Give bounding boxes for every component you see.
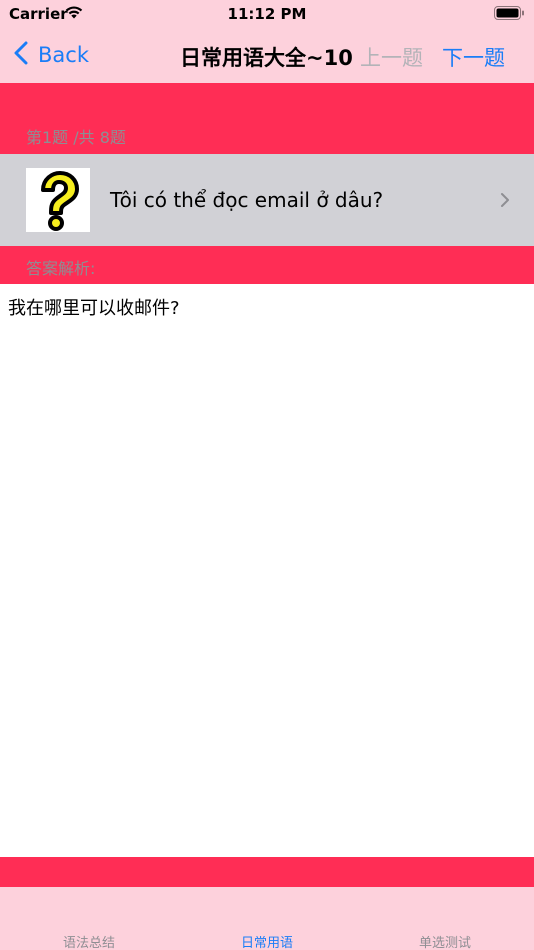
status-bar: Carrier 11:12 PM [0,0,534,30]
status-time: 11:12 PM [227,5,307,23]
next-question-button[interactable]: 下一题 [442,42,505,72]
back-label: Back [38,43,89,67]
question-mark-icon [26,168,90,232]
battery-icon [494,6,525,20]
answer-text: 我在哪里可以收邮件? [8,298,180,319]
question-row[interactable]: Tôi có thể đọc email ở dâu? [0,154,534,246]
tab-daily-phrases[interactable]: 日常用语 [178,932,356,950]
question-text: Tôi có thể đọc email ở dâu? [110,188,384,212]
chevron-left-icon [14,41,38,70]
answer-header-label: 答案解析: [26,259,96,278]
answer-header: 答案解析: [0,246,534,284]
tab-single-choice-test[interactable]: 单选测试 [356,932,534,950]
chevron-right-icon [500,192,510,212]
answer-area: 我在哪里可以收邮件? [0,284,534,857]
tab-bar: 语法总结 日常用语 单选测试 [0,887,534,950]
bottom-band [0,857,534,887]
back-button[interactable]: Back [14,40,89,70]
previous-question-button[interactable]: 上一题 [360,42,423,72]
tab-grammar-summary[interactable]: 语法总结 [0,932,178,950]
page-title: 日常用语大全~10 [180,46,353,70]
question-progress-label: 第1题 /共 8题 [26,128,126,147]
question-progress-header: 第1题 /共 8题 [0,83,534,154]
navigation-bar: Back 日常用语大全~10 上一题 下一题 [0,30,534,83]
